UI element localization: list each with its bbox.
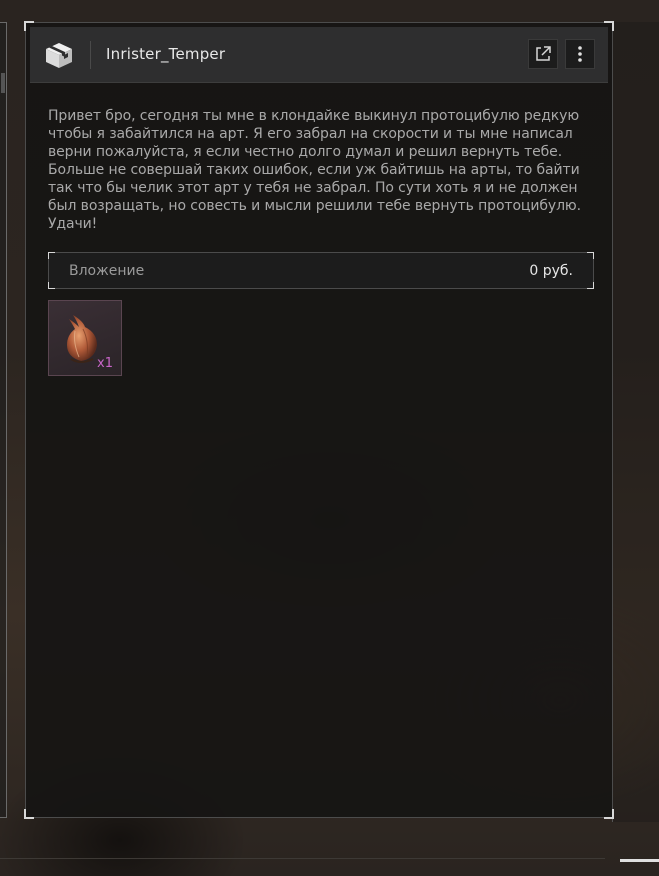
background-panel-left (0, 22, 7, 818)
bar-corner (48, 282, 55, 289)
sender-name: Inrister_Temper (106, 45, 226, 63)
panel-corner-bracket (620, 843, 659, 862)
attachment-bar: Вложение 0 руб. (48, 252, 594, 289)
window-corner (24, 809, 34, 819)
header-separator (90, 41, 91, 69)
attached-item-slot[interactable]: x1 (48, 300, 122, 376)
external-link-icon (536, 46, 551, 61)
more-options-button[interactable] (565, 39, 595, 69)
message-text: Привет бро, сегодня ты мне в клондайке в… (48, 108, 581, 232)
message-body: Привет бро, сегодня ты мне в клондайке в… (48, 107, 596, 233)
window-corner (604, 809, 614, 819)
bar-corner (587, 282, 594, 289)
background-panel-right (612, 22, 659, 862)
package-box-icon (44, 41, 74, 69)
bar-corner (587, 252, 594, 259)
bar-corner (48, 252, 55, 259)
mail-message-window: Inrister_Temper Привет бро, сегодня ты м… (24, 21, 614, 819)
item-quantity: x1 (97, 356, 113, 371)
attachment-amount: 0 руб. (529, 263, 573, 279)
panel-notch (1, 73, 5, 93)
background-divider (0, 858, 605, 859)
more-vertical-icon (578, 46, 582, 62)
open-external-button[interactable] (528, 39, 558, 69)
message-header: Inrister_Temper (30, 27, 608, 83)
attachment-label: Вложение (69, 263, 145, 279)
